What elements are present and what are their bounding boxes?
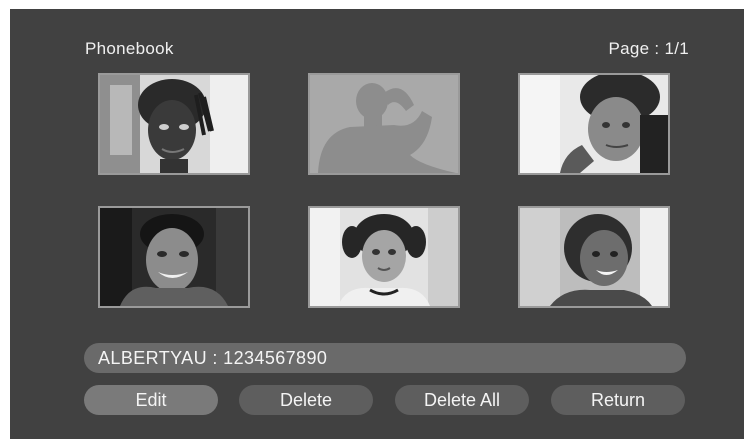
contact-photo-1[interactable]	[98, 73, 250, 175]
phonebook-screen: Phonebook Page : 1/1 ALBERTYAU: 1234567…	[10, 9, 744, 439]
contact-photo-woman-dreadlocks	[100, 75, 248, 173]
contact-photo-5[interactable]	[308, 206, 460, 308]
contact-photo-3[interactable]	[518, 73, 670, 175]
contact-photo-man-on-phone	[520, 75, 668, 173]
edit-button[interactable]: Edit	[84, 385, 218, 415]
contact-photo-6[interactable]	[518, 206, 670, 308]
return-button[interactable]: Return	[551, 385, 685, 415]
selected-contact-bar: ALBERTYAU : 1234567890	[84, 343, 686, 373]
contact-photo-woman-pigtails	[310, 208, 458, 306]
contact-photo-4[interactable]	[98, 206, 250, 308]
page-title: Phonebook	[85, 39, 174, 58]
delete-button[interactable]: Delete	[239, 385, 373, 415]
page-indicator: Page : 1/1	[608, 39, 689, 58]
contact-photo-woman-smiling	[520, 208, 668, 306]
delete-all-button[interactable]: Delete All	[395, 385, 529, 415]
contact-photo-2[interactable]	[308, 73, 460, 175]
contact-photo-man-smiling	[100, 208, 248, 306]
silhouette-placeholder-icon	[310, 75, 458, 173]
